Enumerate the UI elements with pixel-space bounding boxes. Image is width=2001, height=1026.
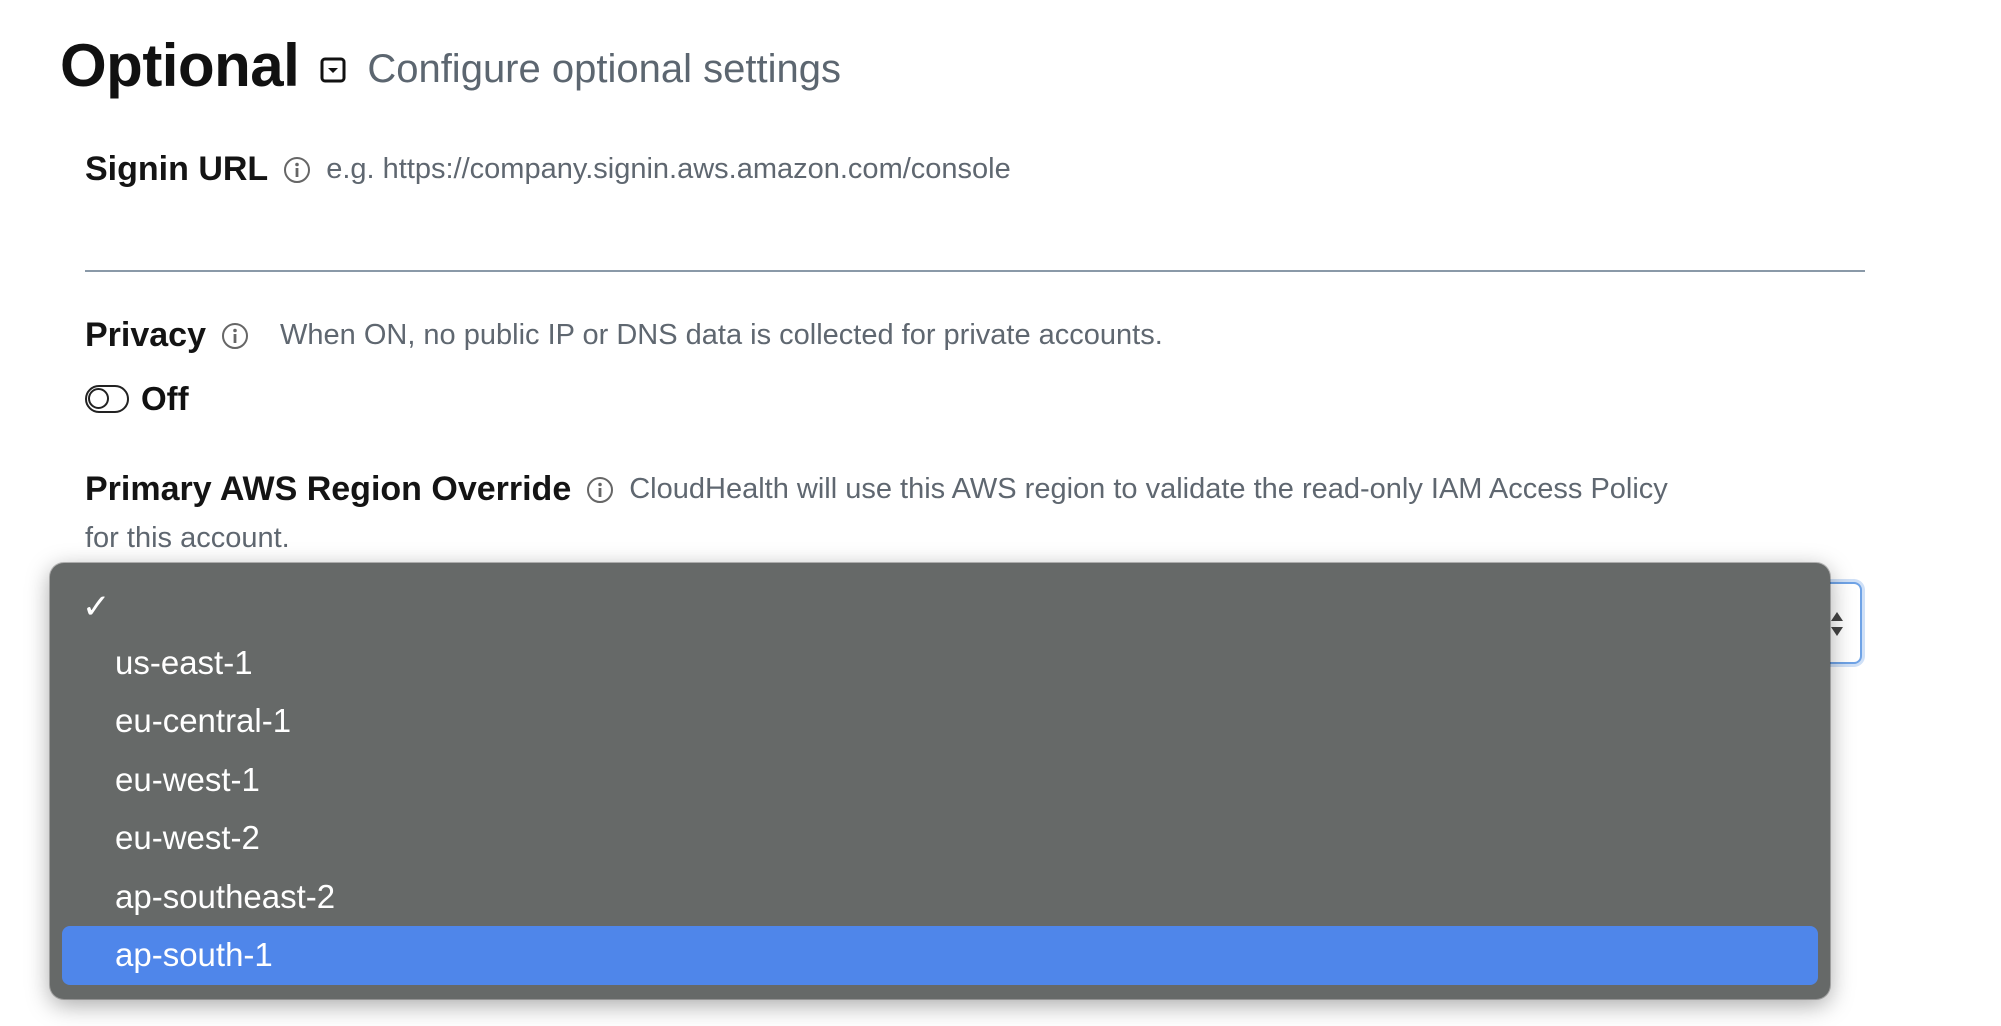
collapse-toggle-icon[interactable] bbox=[319, 56, 347, 84]
dropdown-option-eu-west-1[interactable]: eu-west-1 bbox=[62, 751, 1818, 810]
option-label: us-east-1 bbox=[115, 643, 253, 681]
privacy-toggle[interactable] bbox=[85, 385, 129, 413]
signin-url-row: Signin URL e.g. https://company.signin.a… bbox=[85, 150, 1011, 189]
signin-url-label: Signin URL bbox=[85, 150, 269, 188]
dropdown-option-eu-west-2[interactable]: eu-west-2 bbox=[62, 809, 1818, 868]
info-icon[interactable] bbox=[585, 475, 615, 505]
region-label: Primary AWS Region Override bbox=[85, 470, 572, 508]
dropdown-option-ap-southeast-2[interactable]: ap-southeast-2 bbox=[62, 868, 1818, 927]
option-label: eu-west-1 bbox=[115, 760, 260, 798]
signin-url-input[interactable] bbox=[85, 200, 1865, 272]
select-arrows-icon bbox=[1831, 612, 1843, 636]
checkmark-icon: ✓ bbox=[82, 588, 111, 626]
privacy-help: When ON, no public IP or DNS data is col… bbox=[280, 319, 1163, 351]
optional-settings-page: Optional Configure optional settings Sig… bbox=[0, 0, 2001, 1026]
option-label: ap-south-1 bbox=[115, 936, 273, 974]
privacy-row: Privacy When ON, no public IP or DNS dat… bbox=[85, 316, 1163, 355]
privacy-label: Privacy bbox=[85, 316, 206, 354]
dropdown-option-ap-south-1[interactable]: ap-south-1 bbox=[62, 926, 1818, 985]
dropdown-option-eu-central-1[interactable]: eu-central-1 bbox=[62, 692, 1818, 751]
section-subtitle: Configure optional settings bbox=[367, 46, 841, 91]
signin-url-help: e.g. https://company.signin.aws.amazon.c… bbox=[326, 153, 1011, 185]
option-label: eu-west-2 bbox=[115, 819, 260, 857]
region-help-continued: for this account. bbox=[85, 522, 290, 554]
privacy-toggle-label: Off bbox=[141, 380, 189, 417]
section-header: Optional Configure optional settings bbox=[60, 30, 841, 100]
region-dropdown-menu: ✓ us-east-1 eu-central-1 eu-west-1 eu-we… bbox=[50, 563, 1830, 999]
region-row: Primary AWS Region Override CloudHealth … bbox=[85, 470, 1668, 509]
dropdown-option-empty[interactable]: ✓ bbox=[62, 575, 1818, 634]
region-help: CloudHealth will use this AWS region to … bbox=[629, 473, 1668, 505]
privacy-toggle-row: Off bbox=[85, 380, 189, 418]
section-title: Optional bbox=[60, 31, 300, 99]
option-label: eu-central-1 bbox=[115, 702, 292, 740]
dropdown-option-us-east-1[interactable]: us-east-1 bbox=[62, 634, 1818, 693]
option-label: ap-southeast-2 bbox=[115, 877, 336, 915]
info-icon[interactable] bbox=[282, 155, 312, 185]
info-icon[interactable] bbox=[220, 321, 250, 351]
toggle-knob bbox=[88, 388, 109, 409]
